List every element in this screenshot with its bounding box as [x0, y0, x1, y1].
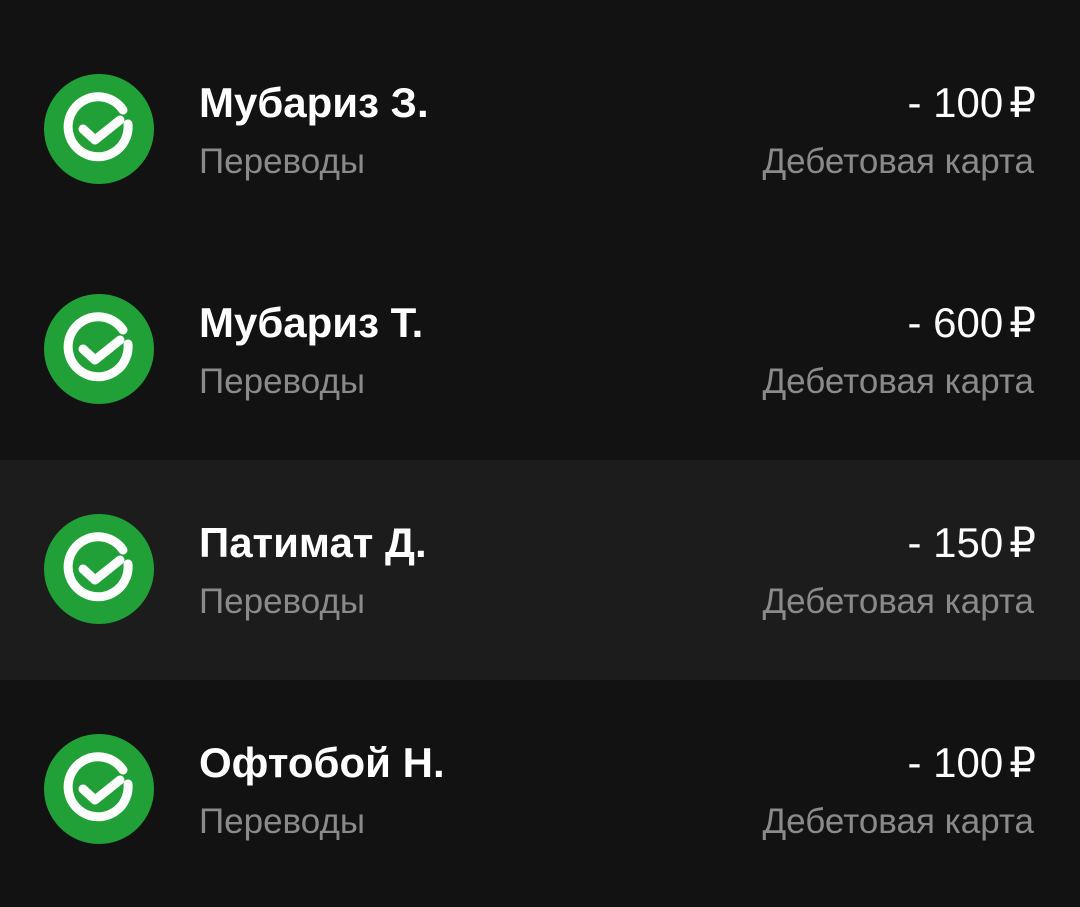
- transaction-amount: - 100 ₽: [908, 78, 1036, 128]
- transaction-category: Переводы: [199, 802, 366, 841]
- transaction-amount: - 100 ₽: [908, 738, 1036, 788]
- currency-symbol: ₽: [1009, 739, 1036, 786]
- currency-symbol: ₽: [1009, 79, 1036, 126]
- account-type: Дебетовая карта: [762, 362, 1034, 401]
- sber-check-logo-icon: [44, 514, 154, 624]
- account-type: Дебетовая карта: [762, 142, 1034, 181]
- currency-symbol: ₽: [1009, 299, 1036, 346]
- sber-check-logo-icon: [44, 734, 154, 844]
- payee-name: Офтобой Н.: [199, 739, 445, 786]
- sber-check-logo-icon: [44, 74, 154, 184]
- amount-value: - 600: [907, 299, 1004, 346]
- transaction-amount: - 150 ₽: [908, 518, 1036, 568]
- amount-value: - 100: [907, 739, 1004, 786]
- transaction-category: Переводы: [199, 142, 366, 181]
- currency-symbol: ₽: [1009, 519, 1036, 566]
- amount-value: - 150: [907, 519, 1004, 566]
- amount-value: - 100: [907, 79, 1004, 126]
- transaction-category: Переводы: [199, 582, 366, 621]
- transaction-amount: - 600 ₽: [908, 298, 1036, 348]
- payee-name: Мубариз Т.: [199, 299, 424, 346]
- transaction-row[interactable]: Патимат Д. Переводы - 150 ₽ Дебетовая кар…: [0, 460, 1080, 680]
- payee-name: Патимат Д.: [199, 519, 427, 566]
- transaction-row[interactable]: Офтобой Н. Переводы - 100 ₽ Дебетовая кар…: [0, 680, 1080, 900]
- account-type: Дебетовая карта: [762, 582, 1034, 621]
- payee-name: Мубариз З.: [199, 79, 429, 126]
- sber-check-logo-icon: [44, 294, 154, 404]
- transaction-row[interactable]: Мубариз Т. Переводы - 600 ₽ Дебетовая кар…: [0, 240, 1080, 460]
- transaction-row[interactable]: Мубариз З. Переводы - 100 ₽ Дебетовая кар…: [0, 20, 1080, 240]
- account-type: Дебетовая карта: [762, 802, 1034, 841]
- transaction-category: Переводы: [199, 362, 366, 401]
- transaction-list: Мубариз З. Переводы - 100 ₽ Дебетовая кар…: [0, 0, 1080, 907]
